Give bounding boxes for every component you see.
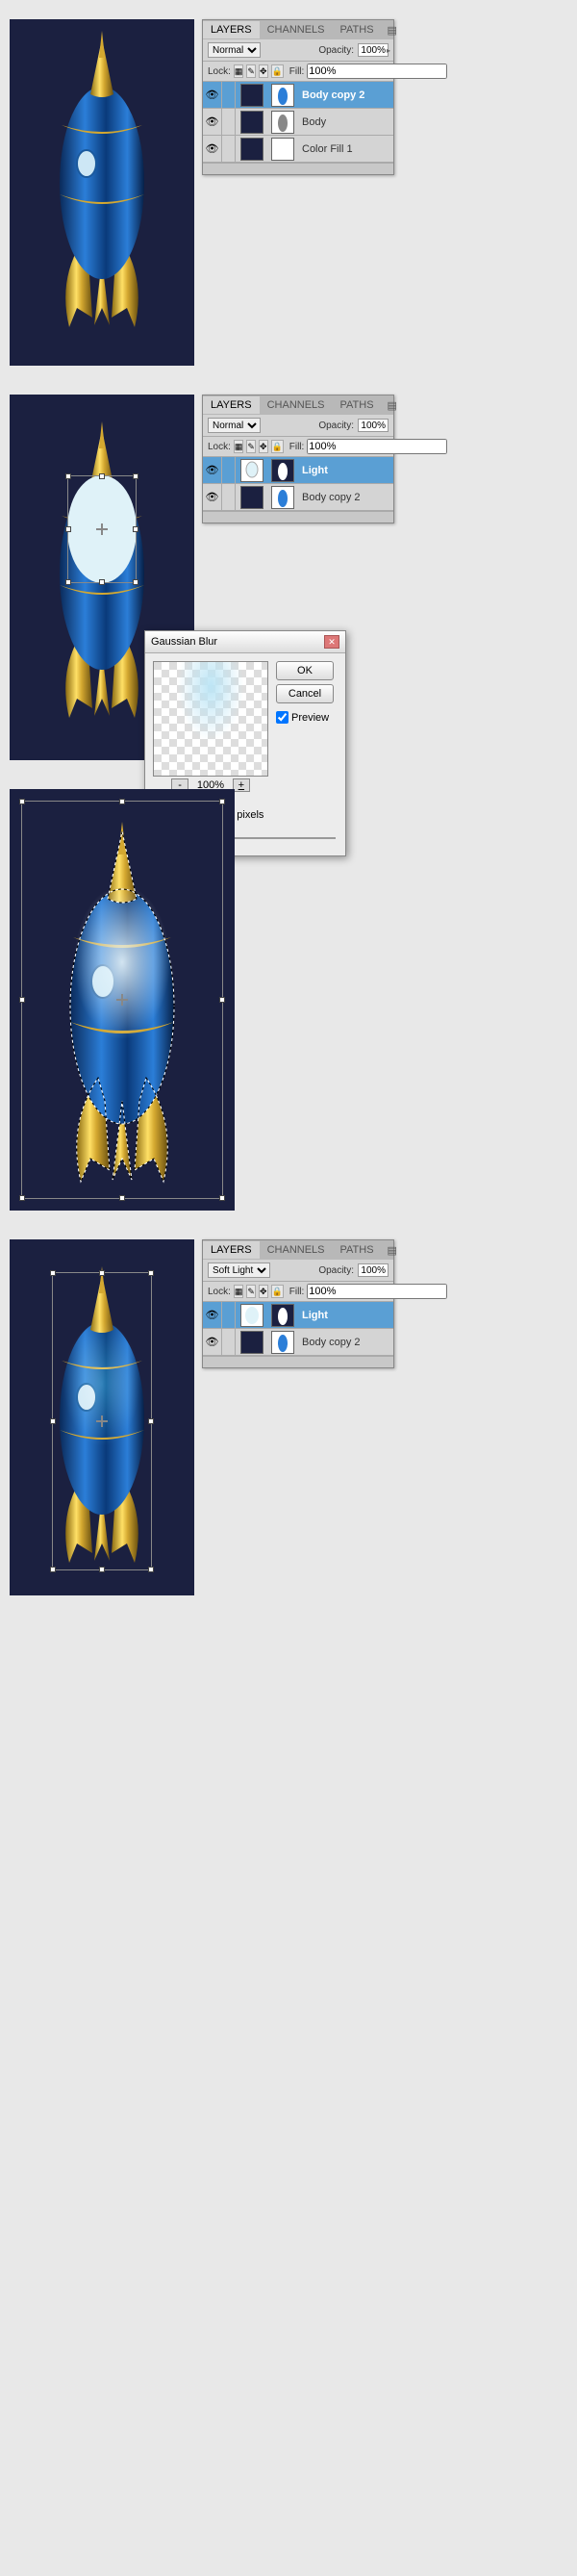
lock-pixels-icon[interactable]: ✎ [246, 1285, 256, 1298]
transform-box[interactable] [21, 801, 223, 1199]
tab-channels[interactable]: CHANNELS [260, 1241, 333, 1259]
opacity-label: Opacity: [318, 45, 354, 56]
tab-channels[interactable]: CHANNELS [260, 396, 333, 414]
visibility-icon[interactable]: 👁 [203, 109, 222, 135]
lock-all-icon[interactable]: 🔒 [271, 64, 284, 78]
layers-panel-1[interactable]: LAYERS CHANNELS PATHS ▤ Normal Opacity: … [202, 19, 394, 175]
panel-menu-icon[interactable]: ▤ [382, 21, 403, 39]
panel-menu-icon[interactable]: ▤ [382, 1241, 403, 1260]
layer-body-copy-2[interactable]: 👁 Body copy 2 [203, 82, 393, 109]
panel-menu-icon[interactable]: ▤ [382, 396, 403, 415]
visibility-icon[interactable]: 👁 [203, 1329, 222, 1355]
tab-layers[interactable]: LAYERS [203, 1241, 260, 1259]
tab-channels[interactable]: CHANNELS [260, 21, 333, 38]
blend-mode-select[interactable]: Normal [208, 42, 261, 58]
lock-transparency-icon[interactable]: ▦ [234, 64, 244, 78]
layer-light[interactable]: 👁 Light [203, 457, 393, 484]
transform-box[interactable] [67, 475, 137, 583]
layers-panel-2[interactable]: LAYERS CHANNELS PATHS ▤ Normal Opacity: … [202, 395, 394, 523]
canvas-step3 [10, 789, 235, 1211]
tab-paths[interactable]: PATHS [333, 21, 382, 38]
canvas-step1 [10, 19, 194, 366]
lock-all-icon[interactable]: 🔒 [271, 440, 284, 453]
visibility-icon[interactable]: 👁 [203, 82, 222, 108]
layer-body[interactable]: 👁 Body [203, 109, 393, 136]
lock-label: Lock: [208, 66, 231, 77]
visibility-icon[interactable]: 👁 [203, 484, 222, 510]
lock-transparency-icon[interactable]: ▦ [234, 440, 244, 453]
preview-checkbox[interactable]: Preview [276, 711, 334, 724]
transform-box[interactable] [52, 1272, 152, 1570]
fill-input[interactable] [307, 439, 447, 454]
ok-button[interactable]: OK [276, 661, 334, 680]
visibility-icon[interactable]: 👁 [203, 1302, 222, 1328]
close-icon[interactable]: ✕ [324, 635, 339, 649]
visibility-icon[interactable]: 👁 [203, 457, 222, 483]
blend-mode-select[interactable]: Normal [208, 418, 261, 433]
lock-position-icon[interactable]: ✥ [259, 440, 268, 453]
lock-all-icon[interactable]: 🔒 [271, 1285, 284, 1298]
layer-body-copy-2[interactable]: 👁 Body copy 2 [203, 484, 393, 511]
fill-label: Fill: [289, 66, 305, 77]
layer-body-copy-2[interactable]: 👁 Body copy 2 [203, 1329, 393, 1356]
fill-input[interactable] [307, 64, 447, 79]
dialog-title: Gaussian Blur [151, 636, 217, 648]
canvas-step4 [10, 1239, 194, 1595]
dialog-preview[interactable] [153, 661, 268, 777]
fill-input[interactable] [307, 1284, 447, 1299]
lock-position-icon[interactable]: ✥ [259, 64, 268, 78]
tab-layers[interactable]: LAYERS [203, 21, 260, 38]
blend-mode-select[interactable]: Soft Light [208, 1262, 270, 1278]
layers-panel-4[interactable]: LAYERS CHANNELS PATHS ▤ Soft Light Opaci… [202, 1239, 394, 1368]
lock-pixels-icon[interactable]: ✎ [246, 64, 256, 78]
opacity-input[interactable] [358, 43, 389, 57]
opacity-input[interactable] [358, 419, 389, 432]
lock-position-icon[interactable]: ✥ [259, 1285, 268, 1298]
visibility-icon[interactable]: 👁 [203, 136, 222, 162]
opacity-input[interactable] [358, 1263, 389, 1277]
layer-color-fill-1[interactable]: 👁 Color Fill 1 [203, 136, 393, 163]
tab-paths[interactable]: PATHS [333, 1241, 382, 1259]
tab-layers[interactable]: LAYERS [203, 396, 260, 414]
layer-light[interactable]: 👁 Light [203, 1302, 393, 1329]
lock-pixels-icon[interactable]: ✎ [246, 440, 256, 453]
tab-paths[interactable]: PATHS [333, 396, 382, 414]
cancel-button[interactable]: Cancel [276, 684, 334, 703]
lock-transparency-icon[interactable]: ▦ [234, 1285, 244, 1298]
